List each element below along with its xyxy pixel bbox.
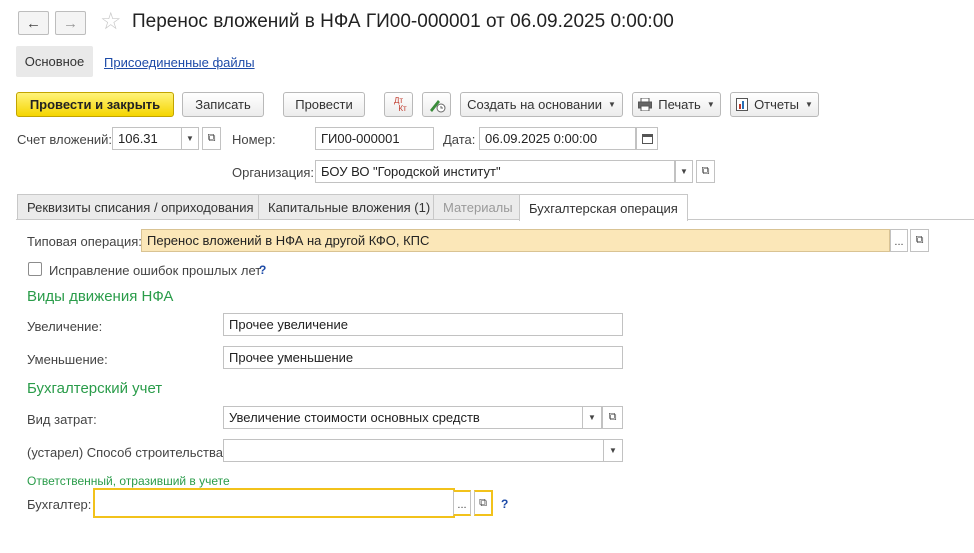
caret-down-icon: ▼ — [680, 167, 688, 176]
print-button[interactable]: Печать ▼ — [632, 92, 721, 117]
open-window-icon: ⧉ — [915, 234, 924, 246]
caret-down-icon: ▼ — [706, 100, 715, 109]
increase-label: Увеличение: — [27, 319, 103, 334]
organization-dropdown-button[interactable]: ▼ — [675, 160, 693, 183]
cost-type-dropdown-button[interactable]: ▼ — [582, 406, 602, 429]
edit-history-button[interactable] — [422, 92, 451, 117]
caret-down-icon: ▼ — [607, 100, 616, 109]
pencil-clock-icon — [429, 99, 445, 112]
favorite-star-icon[interactable]: ☆ — [100, 8, 122, 36]
post-button[interactable]: Провести — [283, 92, 365, 117]
decrease-field[interactable]: Прочее уменьшение — [223, 346, 623, 369]
typical-operation-open-button[interactable]: ⧉ — [910, 229, 929, 252]
dt-kt-button[interactable]: Дт Кт — [384, 92, 413, 117]
reports-button[interactable]: Отчеты ▼ — [730, 92, 819, 117]
fix-errors-help-icon[interactable]: ? — [259, 263, 266, 277]
tab-materials[interactable]: Материалы — [433, 194, 523, 220]
calendar-icon — [641, 134, 653, 144]
tab-requisites[interactable]: Реквизиты списания / оприходования — [17, 194, 264, 220]
accountant-open-button[interactable]: ⧉ — [474, 490, 493, 516]
construction-method-field[interactable] — [223, 439, 604, 462]
responsible-section-title: Ответственный, отразивший в учете — [27, 474, 230, 488]
accountant-field[interactable] — [93, 488, 455, 518]
reports-label: Отчеты — [754, 97, 799, 112]
organization-field[interactable]: БОУ ВО "Городской институт" — [315, 160, 675, 183]
date-label: Дата: — [443, 132, 476, 147]
open-window-icon: ⧉ — [207, 132, 216, 144]
arrow-right-icon: → — [63, 14, 78, 32]
tab-accounting-operation[interactable]: Бухгалтерская операция — [519, 194, 688, 221]
cost-type-open-button[interactable]: ⧉ — [602, 406, 623, 429]
calendar-button[interactable] — [636, 127, 658, 150]
typical-operation-label: Типовая операция: — [27, 234, 142, 249]
account-label: Счет вложений: — [17, 132, 113, 147]
cost-type-field[interactable]: Увеличение стоимости основных средств — [223, 406, 583, 429]
construction-method-dropdown-button[interactable]: ▼ — [603, 439, 623, 462]
account-field[interactable]: 106.31 — [112, 127, 182, 150]
dt-kt-icon-bottom: Кт — [398, 103, 407, 113]
open-window-icon: ⧉ — [479, 496, 487, 509]
report-icon — [736, 98, 749, 111]
open-window-icon: ⧉ — [701, 165, 710, 177]
forward-button[interactable]: → — [55, 11, 86, 35]
create-based-on-button[interactable]: Создать на основании ▼ — [460, 92, 623, 117]
typical-operation-field[interactable]: Перенос вложений в НФА на другой КФО, КП… — [141, 229, 890, 252]
decrease-label: Уменьшение: — [27, 352, 108, 367]
cost-type-label: Вид затрат: — [27, 412, 97, 427]
account-dropdown-button[interactable]: ▼ — [181, 127, 199, 150]
tab-capital-investments[interactable]: Капитальные вложения (1) — [258, 194, 441, 220]
caret-down-icon: ▼ — [609, 446, 617, 455]
ellipsis-icon: ... — [457, 499, 467, 511]
fix-errors-label: Исправление ошибок прошлых лет — [49, 263, 262, 278]
accountant-help-icon[interactable]: ? — [501, 497, 508, 511]
caret-down-icon: ▼ — [588, 413, 596, 422]
tab-divider — [16, 219, 974, 220]
open-window-icon: ⧉ — [608, 411, 617, 423]
movement-section-title: Виды движения НФА — [27, 288, 174, 305]
attached-files-link[interactable]: Присоединенные файлы — [104, 55, 255, 70]
print-label: Печать — [658, 97, 701, 112]
organization-open-button[interactable]: ⧉ — [696, 160, 715, 183]
fix-errors-checkbox[interactable] — [28, 262, 42, 276]
construction-method-label: (устарел) Способ строительства: — [27, 445, 227, 460]
ellipsis-icon: ... — [894, 236, 904, 248]
date-field[interactable]: 06.09.2025 0:00:00 — [479, 127, 636, 150]
create-based-on-label: Создать на основании — [467, 97, 602, 112]
accountant-select-button[interactable]: ... — [453, 490, 471, 516]
caret-down-icon: ▼ — [186, 134, 194, 143]
post-and-close-button[interactable]: Провести и закрыть — [16, 92, 174, 117]
nav-main-tab[interactable]: Основное — [16, 46, 93, 77]
organization-label: Организация: — [232, 165, 315, 180]
increase-field[interactable]: Прочее увеличение — [223, 313, 623, 336]
account-open-button[interactable]: ⧉ — [202, 127, 221, 150]
back-button[interactable]: ← — [18, 11, 49, 35]
save-button[interactable]: Записать — [182, 92, 264, 117]
accounting-section-title: Бухгалтерский учет — [27, 380, 163, 397]
page-title: Перенос вложений в НФА ГИ00-000001 от 06… — [132, 11, 674, 32]
caret-down-icon: ▼ — [805, 100, 813, 109]
number-label: Номер: — [232, 132, 276, 147]
printer-icon — [638, 98, 653, 111]
typical-operation-select-button[interactable]: ... — [890, 229, 908, 252]
number-field[interactable]: ГИ00-000001 — [315, 127, 434, 150]
arrow-left-icon: ← — [26, 14, 41, 32]
accountant-label: Бухгалтер: — [27, 497, 92, 512]
